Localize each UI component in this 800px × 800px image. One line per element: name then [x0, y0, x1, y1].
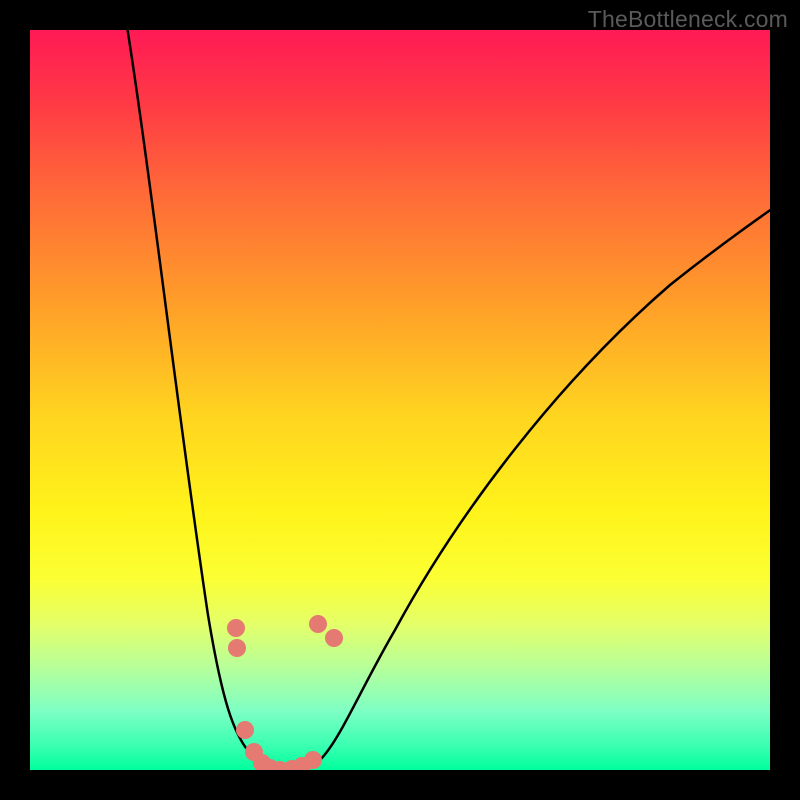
curve-left-branch [126, 30, 320, 769]
data-marker [236, 721, 254, 739]
data-marker [228, 639, 246, 657]
watermark-text: TheBottleneck.com [588, 6, 788, 33]
data-marker [227, 619, 245, 637]
data-marker [309, 615, 327, 633]
curve-right-branch [320, 200, 770, 760]
data-marker [304, 751, 322, 769]
data-marker [325, 629, 343, 647]
bottleneck-curve-svg [30, 30, 770, 770]
chart-plot-area [30, 30, 770, 770]
